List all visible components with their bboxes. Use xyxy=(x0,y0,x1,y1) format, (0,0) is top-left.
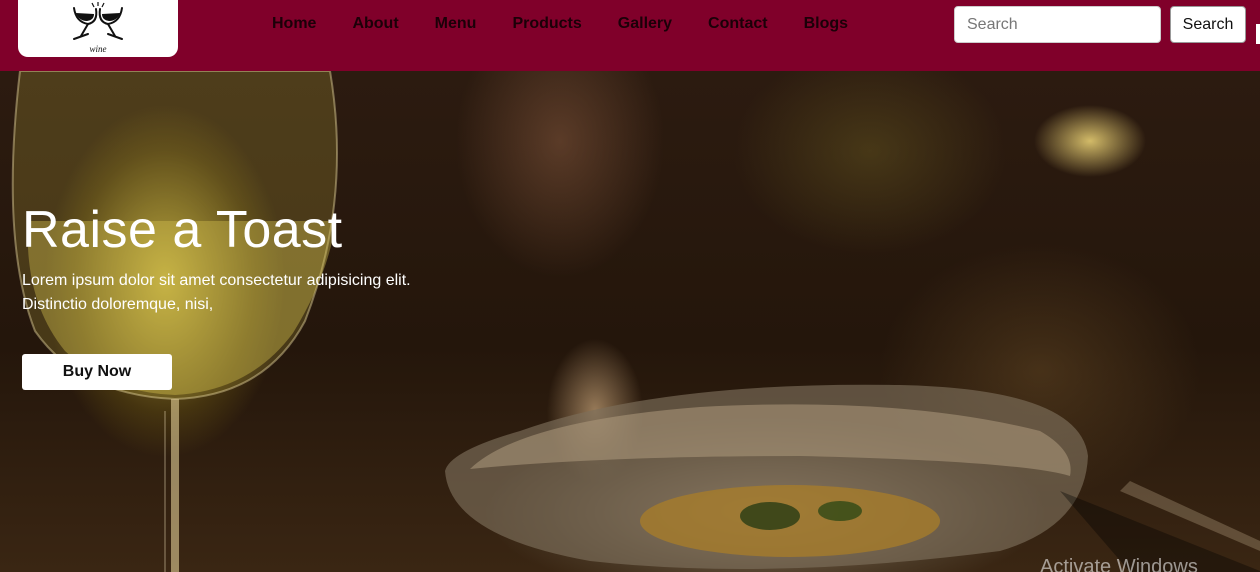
buy-now-button[interactable]: Buy Now xyxy=(22,354,172,390)
navbar: wine Home About Menu Products Gallery Co… xyxy=(0,0,1260,71)
hero-background-image xyxy=(11,71,1260,572)
nav-link-about[interactable]: About xyxy=(334,15,416,33)
navbar-edge xyxy=(1256,24,1260,44)
nav-link-gallery[interactable]: Gallery xyxy=(600,15,690,33)
nav-link-contact[interactable]: Contact xyxy=(690,15,786,33)
hero-section: Raise a Toast Lorem ipsum dolor sit amet… xyxy=(0,71,1260,572)
logo-text: wine xyxy=(89,44,107,54)
nav-links: Home About Menu Products Gallery Contact… xyxy=(254,0,866,48)
nav-link-menu[interactable]: Menu xyxy=(417,15,495,33)
nav-link-products[interactable]: Products xyxy=(494,15,599,33)
hero-description-line-1: Lorem ipsum dolor sit amet consectetur a… xyxy=(22,272,411,289)
activate-windows-watermark: Activate Windows xyxy=(1040,556,1198,572)
nav-link-home[interactable]: Home xyxy=(254,15,334,33)
brand-logo[interactable]: wine xyxy=(18,0,178,57)
wine-glass-graphic xyxy=(11,71,338,572)
search-input[interactable] xyxy=(954,6,1161,43)
hero-title: Raise a Toast xyxy=(22,201,343,259)
nav-link-blogs[interactable]: Blogs xyxy=(786,15,866,33)
search-button[interactable]: Search xyxy=(1170,6,1246,43)
food-bowl-graphic xyxy=(445,384,1088,569)
hero-description: Lorem ipsum dolor sit amet consectetur a… xyxy=(22,269,411,317)
hero-description-line-2: Distinctio doloremque, nisi, xyxy=(22,296,214,313)
